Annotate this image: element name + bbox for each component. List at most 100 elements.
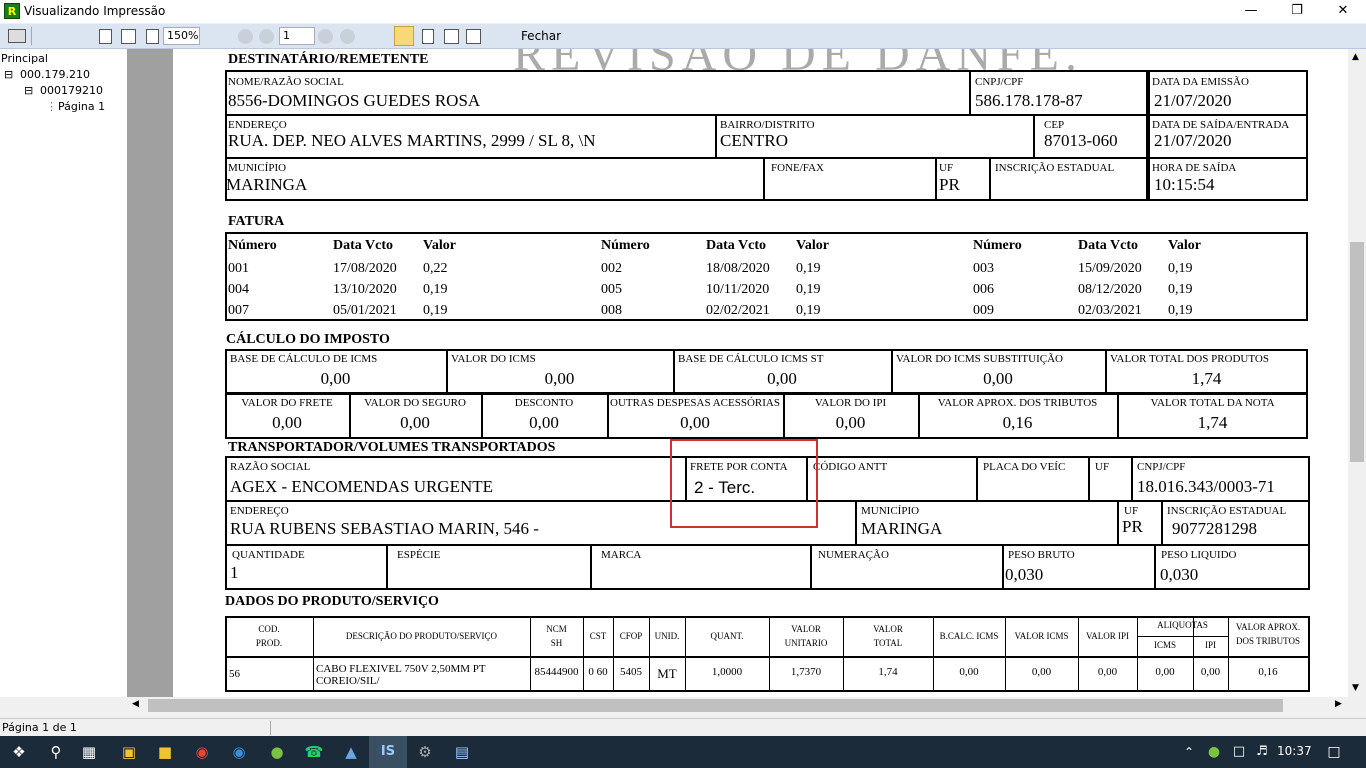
divider — [1033, 114, 1035, 157]
dest-emissao: 21/07/2020 — [1154, 91, 1232, 110]
minimize-button[interactable]: — — [1228, 0, 1274, 23]
divider — [1154, 544, 1156, 590]
clock[interactable]: 10:37 — [1277, 744, 1312, 758]
vertical-scroll-thumb[interactable] — [1350, 242, 1364, 462]
maximize-button[interactable]: ❐ — [1274, 0, 1320, 23]
zoom-field[interactable]: 150% — [163, 27, 200, 45]
teamviewer-icon[interactable]: ◉ — [220, 736, 258, 768]
tree-node-document[interactable]: 000.179.210 — [20, 68, 90, 81]
tree-root[interactable]: Principal — [1, 52, 48, 65]
windows-start-icon[interactable]: ❖ — [0, 736, 38, 768]
fatura-header-numero: Número — [973, 238, 1022, 253]
chrome-icon[interactable]: ◉ — [183, 736, 221, 768]
tree-expander[interactable]: ⊟ — [4, 68, 13, 81]
task-view-icon[interactable]: ▦ — [70, 736, 108, 768]
dest-endereco: RUA. DEP. NEO ALVES MARTINS, 2999 / SL 8… — [228, 131, 596, 150]
export-icon[interactable] — [121, 29, 136, 44]
produto-cell-aipi: 0,00 — [1200, 666, 1221, 678]
close-preview-button[interactable]: Fechar — [517, 26, 565, 47]
file-explorer-icon[interactable]: ▣ — [110, 736, 148, 768]
app-icon-gear[interactable]: ⚙ — [406, 736, 444, 768]
app-icon-blue[interactable]: ▲ — [332, 736, 370, 768]
label: MARCA — [601, 549, 642, 561]
title-bar: R Visualizando Impressão — ❐ ✕ — [0, 0, 1366, 23]
page-setup-icon[interactable] — [99, 29, 112, 44]
prev-page-icon[interactable] — [259, 29, 274, 44]
produto-cell-vunit: 1,7370 — [790, 666, 822, 678]
whatsapp-icon[interactable]: ☎ — [295, 736, 333, 768]
section-produtos: DADOS DO PRODUTO/SERVIÇO — [225, 594, 439, 609]
active-app-icon[interactable]: IS — [369, 736, 407, 768]
label: NOME/RAZÃO SOCIAL — [228, 76, 344, 88]
volume-icon[interactable]: ♬ — [1243, 736, 1281, 768]
produto-header-vaprox: VALOR APROX. DOS TRIBUTOS — [1235, 622, 1301, 646]
dest-bairro: CENTRO — [720, 131, 788, 150]
scroll-right-icon[interactable]: ▶ — [1335, 699, 1342, 709]
page-number-input[interactable]: 1 — [279, 27, 315, 45]
label: CÓDIGO ANTT — [813, 461, 888, 473]
label: BASE DE CÁLCULO DE ICMS — [230, 353, 378, 365]
dest-nome: 8556-DOMINGOS GUEDES ROSA — [228, 91, 481, 110]
fatura-numero: 006 — [973, 282, 994, 297]
last-page-icon[interactable] — [340, 29, 355, 44]
notifications-icon[interactable]: □ — [1315, 736, 1353, 768]
produto-cell-unid: MT — [657, 666, 677, 681]
divider — [976, 456, 978, 500]
produto-header: VALOR ICMS — [1014, 631, 1069, 641]
app-icon-yellow[interactable]: ■ — [146, 736, 184, 768]
chat-app-icon[interactable]: ● — [258, 736, 296, 768]
divider — [386, 544, 388, 590]
fatura-valor: 0,19 — [796, 282, 821, 297]
divider — [225, 114, 1148, 116]
label: VALOR DO FRETE — [241, 397, 333, 409]
fatura-data: 08/12/2020 — [1078, 282, 1142, 297]
print-icon[interactable] — [8, 29, 26, 43]
page-width-icon[interactable] — [422, 29, 434, 44]
label: VALOR TOTAL DOS PRODUTOS — [1110, 353, 1269, 365]
two-pages-icon[interactable] — [444, 29, 459, 44]
label: ENDEREÇO — [230, 505, 289, 517]
fatura-valor: 0,22 — [423, 261, 448, 276]
first-page-icon[interactable] — [238, 29, 253, 44]
horizontal-scrollbar[interactable]: ◀ ▶ — [127, 697, 1348, 714]
fatura-valor: 0,19 — [1168, 303, 1193, 318]
toolbar-separator — [31, 27, 32, 45]
label: CEP — [1044, 119, 1065, 131]
dest-municipio: MARINGA — [226, 175, 308, 194]
transp-ie: 9077281298 — [1172, 519, 1257, 538]
scroll-left-icon[interactable]: ◀ — [132, 699, 139, 709]
divider — [1148, 157, 1308, 159]
zoom-icon[interactable] — [146, 29, 159, 44]
transp-municipio: MARINGA — [861, 519, 943, 538]
produto-header: CST — [589, 631, 607, 641]
fatura-header-data: Data Vcto — [333, 238, 394, 253]
fatura-valor: 0,19 — [423, 303, 448, 318]
divider — [1148, 114, 1308, 116]
vertical-scrollbar[interactable]: ▲ ▼ — [1348, 49, 1366, 697]
dest-cnpj: 586.178.178-87 — [975, 91, 1083, 110]
fatura-header-data: Data Vcto — [706, 238, 767, 253]
divider — [225, 656, 1310, 658]
close-window-button[interactable]: ✕ — [1320, 0, 1366, 23]
produto-cell-cod: 56 — [229, 668, 240, 680]
produto-cell-bc: 0,00 — [959, 666, 979, 678]
next-page-icon[interactable] — [318, 29, 333, 44]
tree-expander[interactable]: ⊟ — [24, 84, 33, 97]
label: VALOR DO ICMS SUBSTITUIÇÃO — [896, 353, 1063, 365]
tree-node-page[interactable]: Página 1 — [58, 100, 105, 113]
scroll-down-icon[interactable]: ▼ — [1352, 683, 1359, 693]
fatura-valor: 0,19 — [1168, 282, 1193, 297]
label: VALOR TOTAL DA NOTA — [1150, 397, 1275, 409]
fatura-data: 05/01/2021 — [333, 303, 397, 318]
scroll-up-icon[interactable]: ▲ — [1352, 52, 1359, 62]
single-page-button[interactable] — [394, 26, 414, 46]
transp-peso-liquido: 0,030 — [1160, 565, 1199, 584]
app-icon: R — [4, 3, 20, 19]
divider — [1161, 500, 1163, 544]
tree-node-nfe[interactable]: 000179210 — [40, 84, 103, 97]
fatura-numero: 004 — [228, 282, 249, 297]
horizontal-scroll-thumb[interactable] — [148, 699, 1283, 712]
label: CNPJ/CPF — [1137, 461, 1186, 473]
multi-pages-icon[interactable] — [466, 29, 481, 44]
notepad-icon[interactable]: ▤ — [443, 736, 481, 768]
